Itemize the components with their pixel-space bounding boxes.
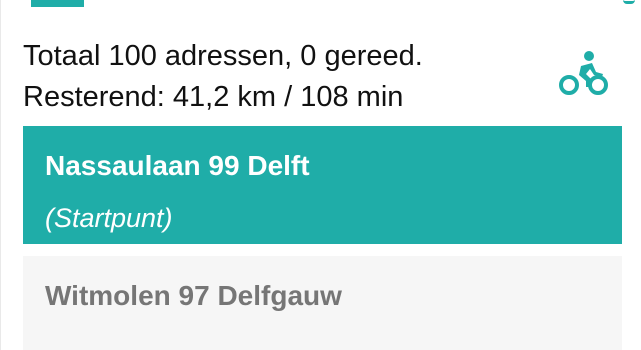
stop-address: Nassaulaan 99 Delft [45, 150, 310, 181]
route-screen: Totaal 100 adressen, 0 gereed. Resterend… [0, 0, 641, 350]
stop-row-start[interactable]: Nassaulaan 99 Delft (Startpunt) [23, 126, 622, 244]
summary-remaining: Resterend: 41,2 km / 108 min [23, 81, 404, 113]
menu-icon[interactable] [623, 0, 635, 4]
active-tab-indicator [31, 0, 84, 7]
stop-note: (Startpunt) [45, 203, 173, 233]
route-summary: Totaal 100 adressen, 0 gereed. Resterend… [23, 36, 423, 118]
stop-row[interactable]: Witmolen 97 Delfgauw [23, 256, 622, 350]
stop-address: Witmolen 97 Delfgauw [45, 280, 342, 311]
summary-address-count: Totaal 100 adressen, 0 gereed. [23, 40, 423, 72]
bicycle-icon [559, 51, 608, 95]
travel-mode-button[interactable] [557, 46, 611, 100]
